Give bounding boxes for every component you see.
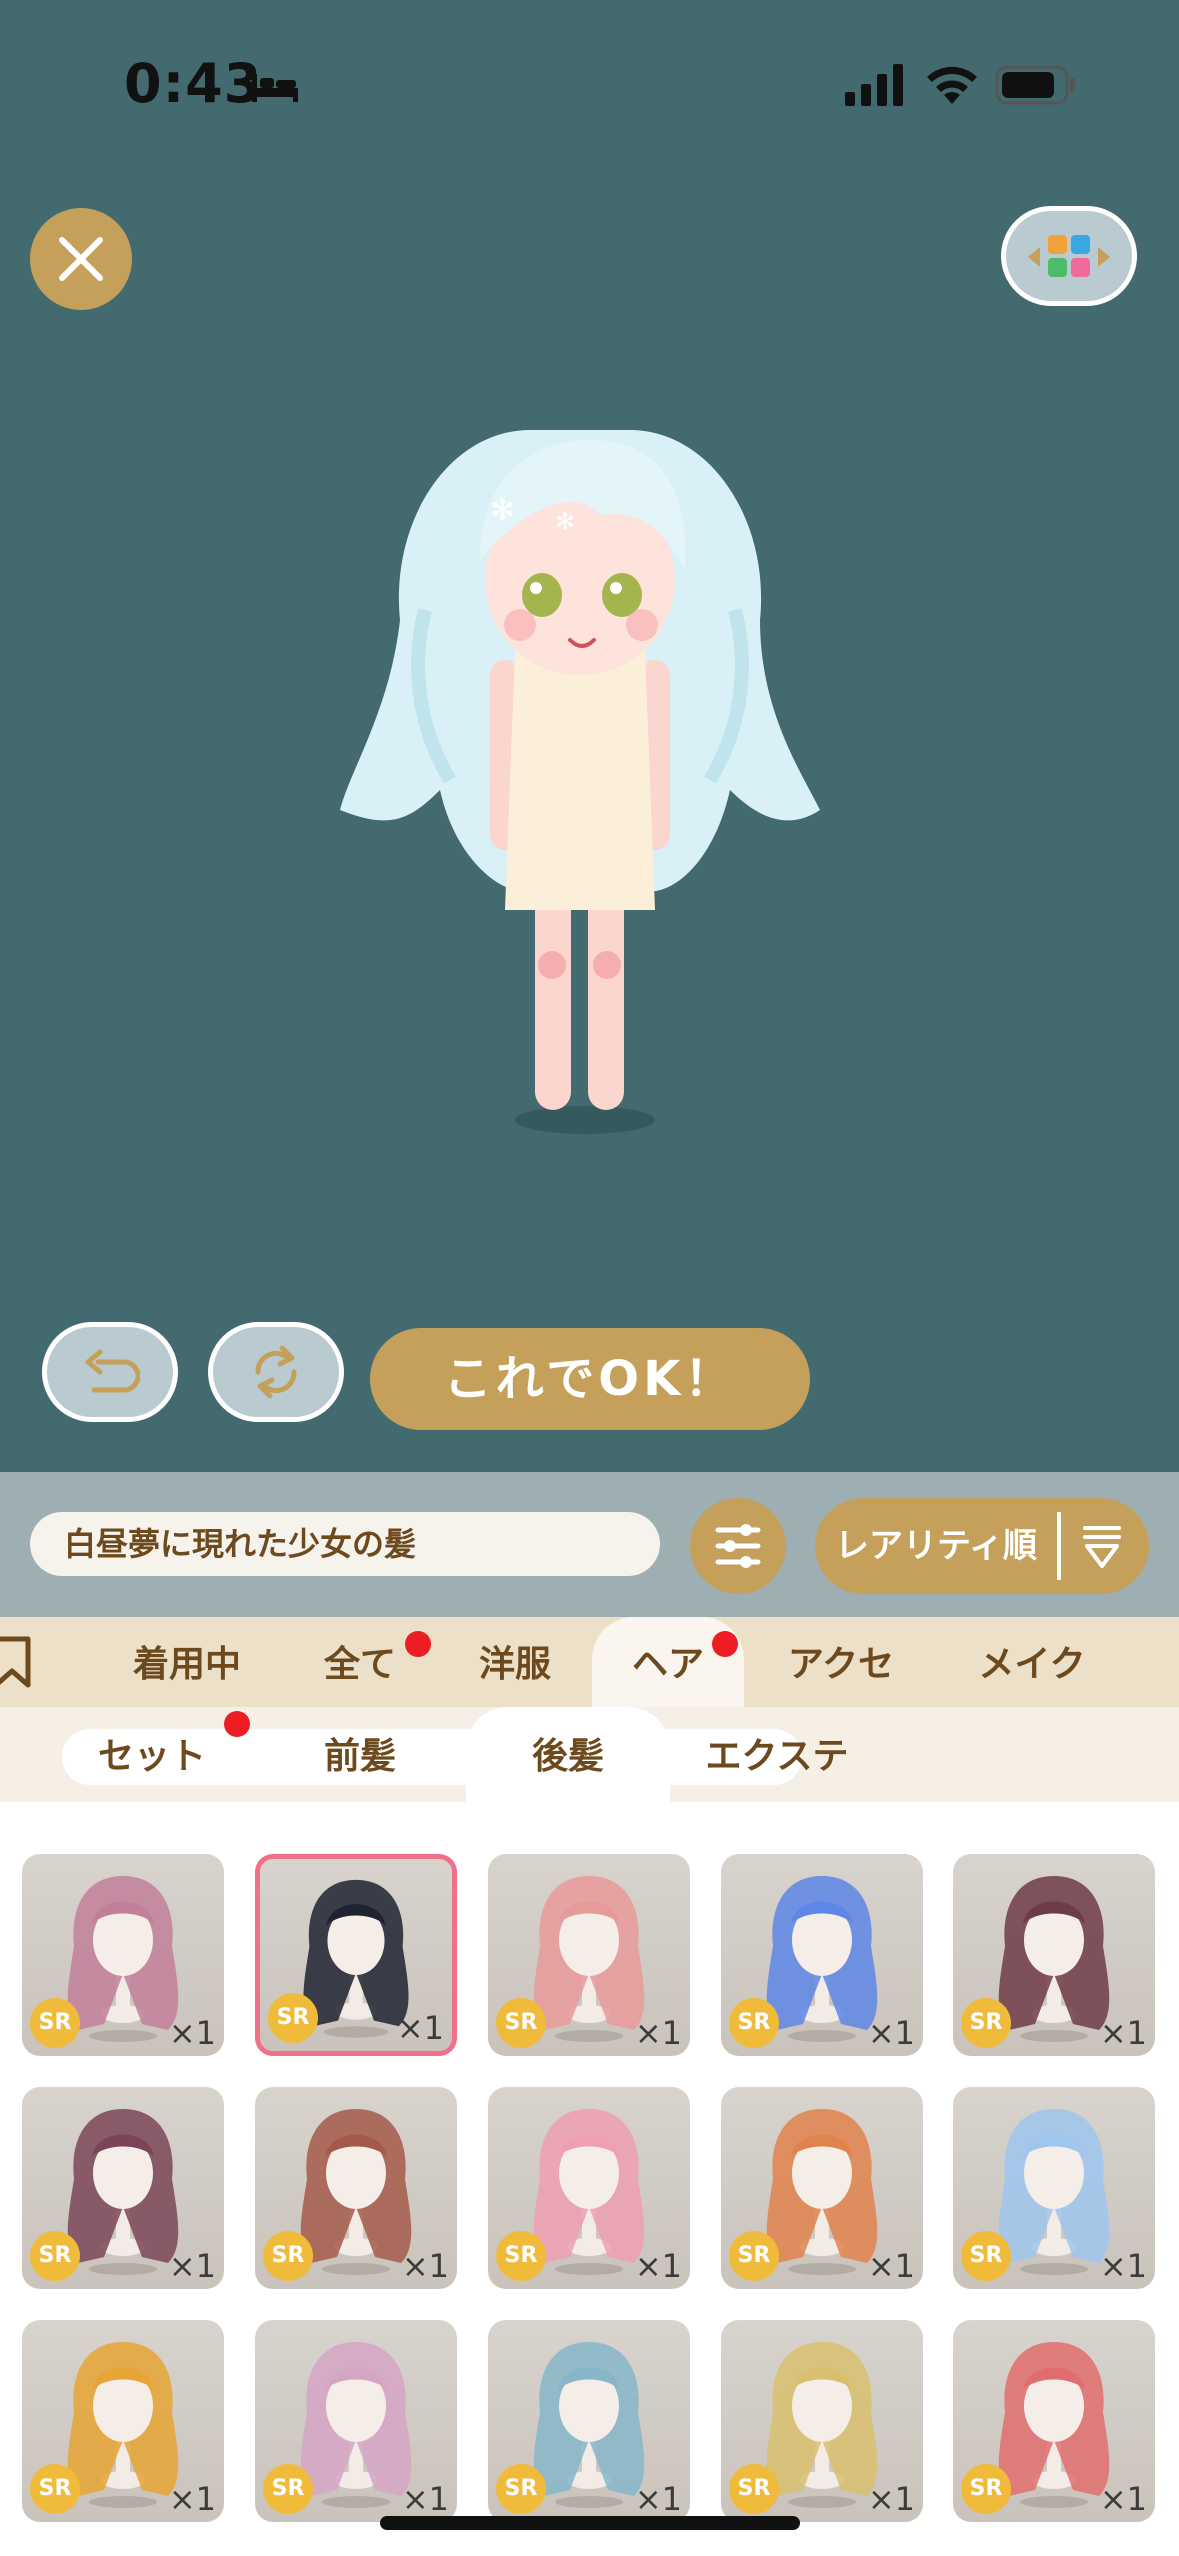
hair-item-card[interactable]: SR ×1 bbox=[255, 2087, 457, 2289]
rarity-badge: SR bbox=[961, 2231, 1011, 2281]
rarity-badge: SR bbox=[263, 2464, 313, 2514]
sort-label: レアリティ順 bbox=[835, 1526, 1037, 1566]
tab-makeup[interactable]: メイク bbox=[950, 1617, 1114, 1707]
item-quantity: ×1 bbox=[1099, 2014, 1147, 2052]
hair-item-grid: SR ×1 SR ×1 SR ×1 SR ×1 SR ×1 SR ×1 SR ×1 SR ×1 SR ×1 SR ×1… bbox=[0, 1802, 1179, 2556]
tab-all[interactable]: 全て bbox=[290, 1617, 430, 1707]
rarity-badge: SR bbox=[961, 2464, 1011, 2514]
layout-switch-button[interactable] bbox=[1001, 206, 1137, 306]
wifi-icon bbox=[927, 66, 977, 104]
rarity-badge: SR bbox=[729, 2464, 779, 2514]
tab-all-badge bbox=[405, 1631, 431, 1657]
rarity-badge: SR bbox=[268, 1993, 318, 2043]
hair-item-card[interactable]: SR ×1 bbox=[721, 1854, 923, 2056]
filter-button[interactable] bbox=[690, 1498, 786, 1594]
sort-order-button[interactable]: レアリティ順 bbox=[815, 1498, 1149, 1594]
rarity-badge: SR bbox=[263, 2231, 313, 2281]
hair-item-card[interactable]: SR ×1 bbox=[488, 2320, 690, 2522]
item-quantity: ×1 bbox=[867, 2480, 915, 2518]
selected-item-name: 白昼夢に現れた少女の髪 bbox=[30, 1512, 660, 1576]
item-quantity: ×1 bbox=[1099, 2247, 1147, 2285]
hair-item-card[interactable]: SR ×1 bbox=[488, 1854, 690, 2056]
close-icon bbox=[59, 237, 103, 281]
refresh-icon bbox=[255, 1345, 297, 1399]
confirm-ok-button[interactable]: これでOK！ bbox=[370, 1328, 810, 1430]
item-quantity: ×1 bbox=[634, 2247, 682, 2285]
subtab-back-hair[interactable]: 後髪 bbox=[466, 1707, 670, 1802]
reset-button[interactable] bbox=[208, 1322, 344, 1422]
sliders-icon bbox=[715, 1524, 761, 1568]
rarity-badge: SR bbox=[30, 1998, 80, 2048]
item-quantity: ×1 bbox=[168, 2247, 216, 2285]
item-quantity: ×1 bbox=[867, 2247, 915, 2285]
hair-item-card[interactable]: SR ×1 bbox=[721, 2087, 923, 2289]
hair-item-card[interactable]: SR ×1 bbox=[953, 2320, 1155, 2522]
rarity-badge: SR bbox=[729, 2231, 779, 2281]
rarity-badge: SR bbox=[496, 2231, 546, 2281]
rarity-badge: SR bbox=[496, 1998, 546, 2048]
rarity-badge: SR bbox=[30, 2464, 80, 2514]
hair-item-card[interactable]: SR ×1 bbox=[22, 2087, 224, 2289]
subtab-set[interactable]: セット bbox=[62, 1707, 242, 1802]
subtab-extensions[interactable]: エクステ bbox=[686, 1707, 868, 1802]
hair-item-card[interactable]: SR ×1 bbox=[255, 1854, 457, 2056]
subtab-set-badge bbox=[224, 1711, 250, 1737]
sort-descending-icon bbox=[1083, 1526, 1121, 1568]
rarity-badge: SR bbox=[961, 1998, 1011, 2048]
cellular-signal-icon bbox=[845, 64, 903, 106]
hair-item-card[interactable]: SR ×1 bbox=[255, 2320, 457, 2522]
tab-wearing[interactable]: 着用中 bbox=[112, 1617, 262, 1707]
rarity-badge: SR bbox=[30, 2231, 80, 2281]
hair-item-card[interactable]: SR ×1 bbox=[22, 2320, 224, 2522]
hair-sub-tabs: セット 前髪 後髪 エクステ bbox=[0, 1707, 1179, 1802]
item-quantity: ×1 bbox=[168, 2014, 216, 2052]
battery-icon bbox=[995, 65, 1075, 105]
rarity-badge: SR bbox=[496, 2464, 546, 2514]
close-button[interactable] bbox=[30, 208, 132, 310]
home-indicator bbox=[380, 2516, 800, 2530]
item-quantity: ×1 bbox=[1099, 2480, 1147, 2518]
status-bar: 0:43 bbox=[0, 0, 1179, 170]
status-time: 0:43 bbox=[124, 52, 263, 115]
undo-button[interactable] bbox=[42, 1322, 178, 1422]
tab-accessories[interactable]: アクセ bbox=[760, 1617, 922, 1707]
subtab-front-hair[interactable]: 前髪 bbox=[270, 1707, 450, 1802]
avatar-stage: 0:43 ✻ ✻ これでOK！ bbox=[0, 0, 1179, 1472]
hair-item-card[interactable]: SR ×1 bbox=[22, 1854, 224, 2056]
avatar-character: ✻ ✻ bbox=[340, 430, 820, 1134]
item-quantity: ×1 bbox=[401, 2480, 449, 2518]
item-quantity: ×1 bbox=[396, 2009, 444, 2047]
category-tabs: 着用中 全て 洋服 ヘア アクセ メイク bbox=[0, 1617, 1179, 1707]
bookmark-icon[interactable] bbox=[0, 1635, 34, 1689]
svg-text:✻: ✻ bbox=[555, 508, 575, 536]
item-quantity: ×1 bbox=[634, 2480, 682, 2518]
item-info-bar: 白昼夢に現れた少女の髪 レアリティ順 bbox=[0, 1472, 1179, 1617]
hair-item-card[interactable]: SR ×1 bbox=[953, 2087, 1155, 2289]
undo-icon bbox=[85, 1349, 140, 1393]
sleep-focus-icon bbox=[252, 74, 298, 102]
color-grid-icon bbox=[1028, 235, 1110, 277]
tab-hair-badge bbox=[712, 1631, 738, 1657]
rarity-badge: SR bbox=[729, 1998, 779, 2048]
tab-clothes[interactable]: 洋服 bbox=[440, 1617, 590, 1707]
hair-item-card[interactable]: SR ×1 bbox=[953, 1854, 1155, 2056]
sort-divider bbox=[1057, 1512, 1061, 1580]
hair-item-card[interactable]: SR ×1 bbox=[488, 2087, 690, 2289]
item-quantity: ×1 bbox=[634, 2014, 682, 2052]
item-quantity: ×1 bbox=[867, 2014, 915, 2052]
item-quantity: ×1 bbox=[401, 2247, 449, 2285]
svg-text:✻: ✻ bbox=[490, 493, 515, 528]
item-quantity: ×1 bbox=[168, 2480, 216, 2518]
hair-item-card[interactable]: SR ×1 bbox=[721, 2320, 923, 2522]
